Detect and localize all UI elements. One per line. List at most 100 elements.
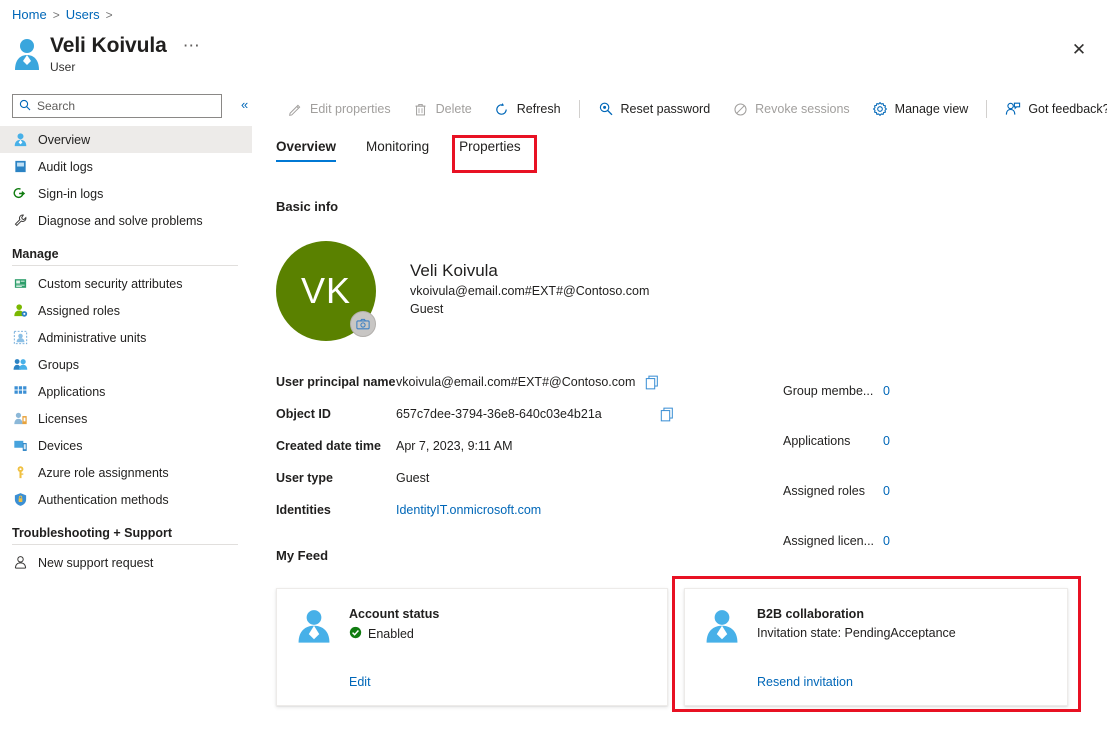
sidebar-item-label: Custom security attributes [38,276,183,291]
page-title: Veli Koivula [50,34,167,57]
support-person-icon [12,554,29,571]
trash-icon [413,101,429,117]
manage-view-button[interactable]: Manage view [861,92,980,126]
user-profile-summary: VK Veli Koivula vkoivula@email.com#EXT#@… [276,241,649,341]
user-avatar-icon [703,607,741,645]
sidebar-item-authentication-methods[interactable]: Authentication methods [0,486,252,513]
device-icon [12,437,29,454]
sidebar-divider [12,544,238,545]
sidebar-item-label: Devices [38,438,83,453]
sidebar-item-groups[interactable]: Groups [0,351,252,378]
sidebar-item-assigned-roles[interactable]: Assigned roles [0,297,252,324]
sidebar-item-label: Diagnose and solve problems [38,213,203,228]
my-feed-heading: My Feed [276,548,329,563]
grid-apps-icon [12,383,29,400]
delete-button[interactable]: Delete [402,92,483,126]
search-icon [19,99,31,113]
profile-name: Veli Koivula [410,261,498,280]
breadcrumb-item-home[interactable]: Home [12,7,47,22]
key-icon [12,464,29,481]
edit-properties-button[interactable]: Edit properties [276,92,402,126]
license-icon [12,410,29,427]
sidebar-item-licenses[interactable]: Licenses [0,405,252,432]
command-label: Got feedback? [1028,102,1107,116]
user-stats-list: Group membe... 0 Applications 0 Assigned… [783,366,1033,566]
breadcrumb: Home > Users > [12,7,113,22]
stat-label: Assigned licen... [783,534,875,548]
camera-icon[interactable] [350,311,376,337]
sidebar-item-label: New support request [38,555,154,570]
sidebar-item-label: Applications [38,384,106,399]
got-feedback-button[interactable]: Got feedback? [994,92,1107,126]
detail-value: Apr 7, 2023, 9:11 AM [396,439,513,453]
basic-info-heading: Basic info [276,199,339,214]
stat-value[interactable]: 0 [883,484,890,498]
sidebar-item-label: Licenses [38,411,88,426]
tab-monitoring[interactable]: Monitoring [366,139,443,162]
sidebar-item-custom-security-attributes[interactable]: Custom security attributes [0,270,252,297]
command-separator [578,100,580,118]
revoke-sessions-button[interactable]: Revoke sessions [721,92,861,126]
close-icon[interactable]: ✕ [1065,36,1093,64]
sidebar-item-applications[interactable]: Applications [0,378,252,405]
sidebar-item-label: Sign-in logs [38,186,104,201]
more-options-button[interactable]: ⋯ [179,37,204,54]
stat-value[interactable]: 0 [883,434,890,448]
feedback-person-icon [1005,101,1021,117]
wrench-icon [12,212,29,229]
tab-properties[interactable]: Properties [459,139,535,162]
stat-row-group-memberships: Group membe... 0 [783,366,1033,416]
copy-icon[interactable] [660,407,674,422]
book-icon [12,158,29,175]
sidebar-item-sign-in-logs[interactable]: Sign-in logs [0,180,252,207]
detail-label: Created date time [276,439,381,453]
reset-password-button[interactable]: Reset password [587,92,722,126]
stat-value[interactable]: 0 [883,534,890,548]
search-placeholder: Search [37,99,76,113]
detail-value: 657c7dee-3794-36e8-640c03e4b21a [396,407,602,421]
breadcrumb-separator-icon: > [52,7,60,22]
user-icon [12,131,29,148]
resend-invitation-link[interactable]: Resend invitation [757,675,853,689]
sidebar-nav: Overview Audit logs Sign-in logs Diagnos… [0,126,252,576]
sidebar-item-label: Administrative units [38,330,147,345]
avatar: VK [276,241,376,341]
key-lookup-icon [598,101,614,117]
sidebar-section-manage: Manage [12,247,59,261]
profile-upn: vkoivula@email.com#EXT#@Contoso.com [410,284,650,298]
copy-icon[interactable] [645,375,659,390]
stat-row-assigned-roles: Assigned roles 0 [783,466,1033,516]
sidebar-item-overview[interactable]: Overview [0,126,252,153]
stat-value[interactable]: 0 [883,384,890,398]
sidebar-item-devices[interactable]: Devices [0,432,252,459]
block-icon [732,101,748,117]
search-input[interactable]: Search [12,94,222,118]
detail-value: vkoivula@email.com#EXT#@Contoso.com [396,375,636,389]
detail-label: User type [276,471,333,485]
sidebar-item-label: Authentication methods [38,492,169,507]
collapse-sidebar-button[interactable]: « [241,97,248,112]
detail-row-user-principal-name: User principal name vkoivula@email.com#E… [276,366,696,398]
refresh-icon [494,101,510,117]
gear-icon [872,101,888,117]
breadcrumb-item-users[interactable]: Users [66,7,100,22]
profile-user-type: Guest [410,302,444,316]
sidebar-section-troubleshooting: Troubleshooting + Support [12,526,173,540]
sidebar-item-azure-role-assignments[interactable]: Azure role assignments [0,459,252,486]
detail-row-object-id: Object ID 657c7dee-3794-36e8-640c03e4b21… [276,398,696,430]
detail-row-user-type: User type Guest [276,462,696,494]
sidebar-item-administrative-units[interactable]: Administrative units [0,324,252,351]
sidebar-item-label: Azure role assignments [38,465,169,480]
sidebar-item-new-support-request[interactable]: New support request [0,549,252,576]
people-icon [12,356,29,373]
user-details-list: User principal name vkoivula@email.com#E… [276,366,696,526]
detail-value-link[interactable]: IdentityIT.onmicrosoft.com [396,503,541,517]
detail-label: Object ID [276,407,331,421]
sidebar-item-diagnose[interactable]: Diagnose and solve problems [0,207,252,234]
breadcrumb-separator-icon: > [105,7,113,22]
tab-overview[interactable]: Overview [276,139,350,162]
status-badge: Enabled [349,626,649,642]
edit-link[interactable]: Edit [349,675,371,689]
sidebar-item-audit-logs[interactable]: Audit logs [0,153,252,180]
refresh-button[interactable]: Refresh [483,92,572,126]
